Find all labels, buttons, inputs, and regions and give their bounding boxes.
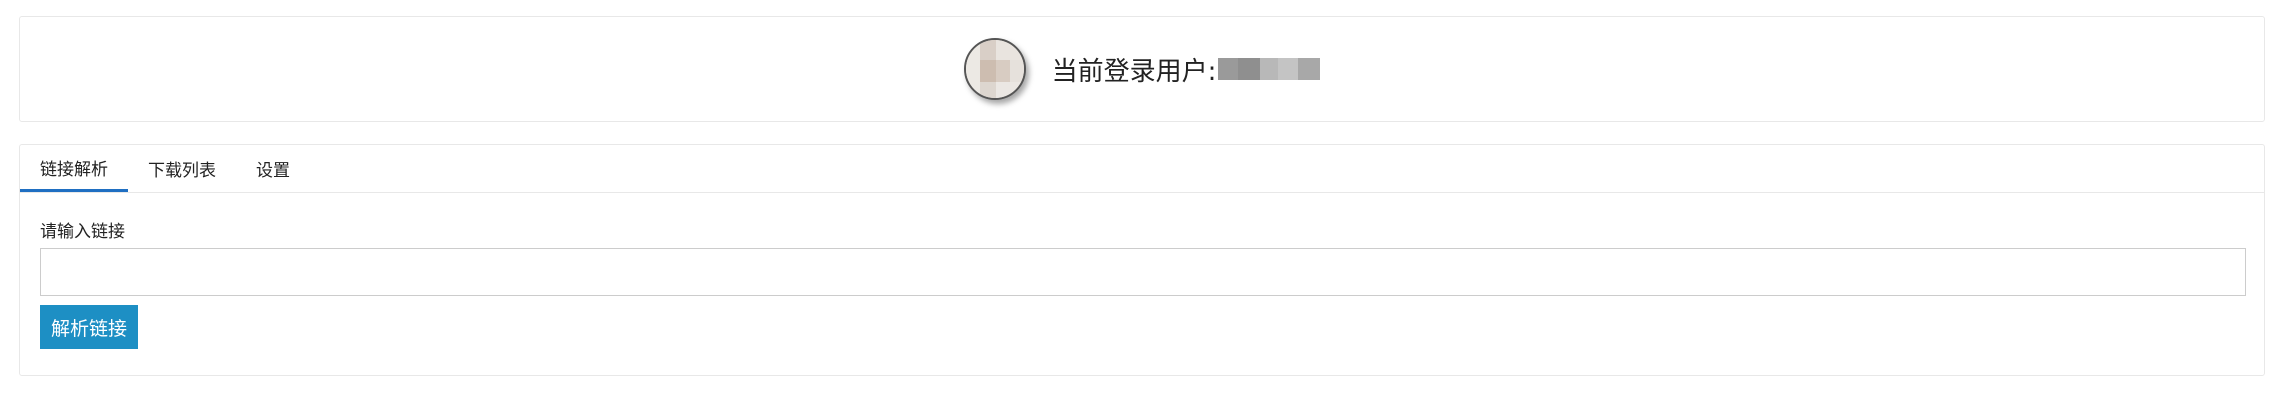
tab-download-list[interactable]: 下载列表 xyxy=(128,145,236,192)
user-header-card: 当前登录用户: xyxy=(19,16,2265,122)
redacted-username xyxy=(1218,58,1321,80)
link-input-label: 请输入链接 xyxy=(40,222,125,242)
tab-settings-label: 设置 xyxy=(256,161,290,181)
link-input[interactable] xyxy=(40,248,2246,296)
user-avatar xyxy=(963,38,1026,100)
tab-bar: 链接解析 下载列表 设置 xyxy=(20,145,2264,193)
current-user-label: 当前登录用户: xyxy=(1052,51,1321,88)
link-parse-form: 请输入链接 解析链接 xyxy=(20,193,2264,349)
tab-settings[interactable]: 设置 xyxy=(236,145,310,192)
current-user-info: 当前登录用户: xyxy=(963,38,1321,100)
parse-link-button[interactable]: 解析链接 xyxy=(40,305,139,349)
tab-download-list-label: 下载列表 xyxy=(148,161,216,181)
tab-link-parse[interactable]: 链接解析 xyxy=(20,145,128,192)
current-user-label-text: 当前登录用户: xyxy=(1051,56,1217,87)
main-panel: 链接解析 下载列表 设置 请输入链接 解析链接 xyxy=(19,144,2265,376)
tab-link-parse-label: 链接解析 xyxy=(40,159,108,180)
